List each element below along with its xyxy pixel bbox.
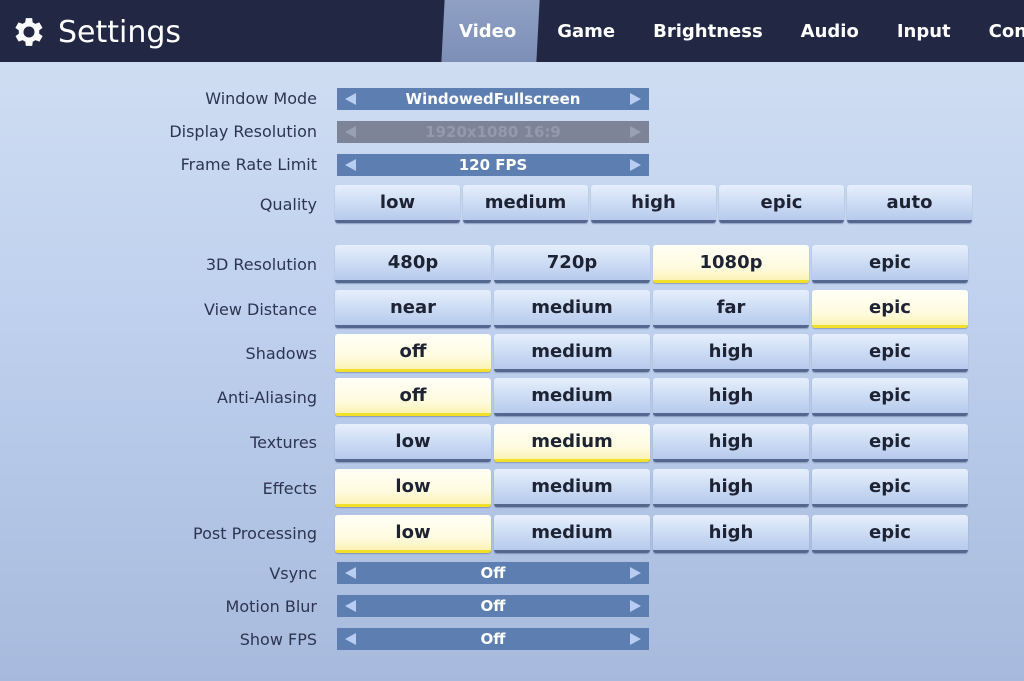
post-processing-label: Post Processing xyxy=(193,524,317,543)
option-button[interactable]: far xyxy=(653,290,809,328)
3d-resolution-options: 480p 720p 1080p epic xyxy=(335,245,968,283)
arrow-left-icon xyxy=(345,126,356,138)
option-button[interactable]: high xyxy=(653,424,809,462)
arrow-left-icon[interactable] xyxy=(345,600,356,612)
quality-option-auto[interactable]: auto xyxy=(847,185,972,223)
selector-value: Off xyxy=(480,630,506,648)
page-title: Settings xyxy=(58,14,182,50)
tab-game[interactable]: Game xyxy=(538,0,634,62)
option-button[interactable]: high xyxy=(653,515,809,553)
tab-label: Input xyxy=(896,20,951,42)
arrow-left-icon[interactable] xyxy=(345,633,356,645)
show-fps-label: Show FPS xyxy=(239,630,317,649)
vsync-label: Vsync xyxy=(269,564,317,583)
post-processing-options: low medium high epic xyxy=(335,515,968,553)
arrow-left-icon[interactable] xyxy=(345,159,356,171)
option-button[interactable]: high xyxy=(653,334,809,372)
display-resolution-label: Display Resolution xyxy=(169,122,317,141)
option-button[interactable]: epic xyxy=(812,469,968,507)
selector-value: WindowedFullscreen xyxy=(405,90,581,108)
gear-icon xyxy=(15,18,43,46)
shadows-label: Shadows xyxy=(245,344,317,363)
option-button-selected[interactable]: low xyxy=(335,515,491,553)
arrow-right-icon[interactable] xyxy=(630,159,641,171)
option-button-selected[interactable]: epic xyxy=(812,290,968,328)
tab-video[interactable]: Video xyxy=(441,0,540,62)
option-button[interactable]: 720p xyxy=(494,245,650,283)
anti-aliasing-options: off medium high epic xyxy=(335,378,968,416)
option-button[interactable]: medium xyxy=(494,515,650,553)
option-button-selected[interactable]: off xyxy=(335,334,491,372)
selector-value: Off xyxy=(480,564,506,582)
option-button[interactable]: high xyxy=(653,469,809,507)
quality-options: low medium high epic auto xyxy=(335,185,972,223)
option-button-selected[interactable]: 1080p xyxy=(653,245,809,283)
arrow-right-icon xyxy=(630,126,641,138)
option-button[interactable]: epic xyxy=(812,334,968,372)
tab-label: Audio xyxy=(800,20,859,42)
window-mode-label: Window Mode xyxy=(205,89,317,108)
option-button[interactable]: epic xyxy=(812,378,968,416)
option-button-selected[interactable]: medium xyxy=(494,424,650,462)
option-button[interactable]: epic xyxy=(812,245,968,283)
tab-bar: Video Game Brightness Audio Input Contr xyxy=(441,0,1024,62)
tab-controller[interactable]: Contr xyxy=(970,0,1024,62)
option-button-selected[interactable]: off xyxy=(335,378,491,416)
arrow-right-icon[interactable] xyxy=(630,567,641,579)
selector-value: 120 FPS xyxy=(458,156,528,174)
option-button[interactable]: medium xyxy=(494,469,650,507)
quality-option-low[interactable]: low xyxy=(335,185,460,223)
frame-rate-limit-label: Frame Rate Limit xyxy=(180,155,317,174)
3d-resolution-label: 3D Resolution xyxy=(205,255,317,274)
quality-label: Quality xyxy=(259,195,317,214)
tab-audio[interactable]: Audio xyxy=(782,0,878,62)
textures-options: low medium high epic xyxy=(335,424,968,462)
selector-value: Off xyxy=(480,597,506,615)
option-button[interactable]: high xyxy=(653,378,809,416)
option-button-selected[interactable]: low xyxy=(335,469,491,507)
quality-option-epic[interactable]: epic xyxy=(719,185,844,223)
arrow-left-icon[interactable] xyxy=(345,567,356,579)
top-bar: Settings Video Game Brightness Audio Inp… xyxy=(0,0,1024,62)
arrow-right-icon[interactable] xyxy=(630,600,641,612)
option-button[interactable]: medium xyxy=(494,334,650,372)
motion-blur-selector[interactable]: Off xyxy=(337,595,649,617)
motion-blur-label: Motion Blur xyxy=(225,597,317,616)
shadows-options: off medium high epic xyxy=(335,334,968,372)
quality-option-medium[interactable]: medium xyxy=(463,185,588,223)
option-button[interactable]: low xyxy=(335,424,491,462)
view-distance-options: near medium far epic xyxy=(335,290,968,328)
option-button[interactable]: near xyxy=(335,290,491,328)
window-mode-selector[interactable]: WindowedFullscreen xyxy=(337,88,649,110)
view-distance-label: View Distance xyxy=(203,300,317,319)
show-fps-selector[interactable]: Off xyxy=(337,628,649,650)
option-button[interactable]: epic xyxy=(812,424,968,462)
anti-aliasing-label: Anti-Aliasing xyxy=(217,388,317,407)
settings-title: Settings xyxy=(10,12,181,52)
effects-label: Effects xyxy=(262,479,317,498)
tab-label: Game xyxy=(557,20,616,42)
selector-value: 1920x1080 16:9 xyxy=(425,123,561,141)
tab-brightness[interactable]: Brightness xyxy=(634,0,782,62)
option-button[interactable]: 480p xyxy=(335,245,491,283)
tab-label: Brightness xyxy=(653,20,763,42)
arrow-right-icon[interactable] xyxy=(630,93,641,105)
tab-label: Video xyxy=(459,20,517,42)
vsync-selector[interactable]: Off xyxy=(337,562,649,584)
tab-input[interactable]: Input xyxy=(878,0,970,62)
frame-rate-limit-selector[interactable]: 120 FPS xyxy=(337,154,649,176)
textures-label: Textures xyxy=(250,433,317,452)
display-resolution-selector: 1920x1080 16:9 xyxy=(337,121,649,143)
quality-option-high[interactable]: high xyxy=(591,185,716,223)
option-button[interactable]: epic xyxy=(812,515,968,553)
arrow-left-icon[interactable] xyxy=(345,93,356,105)
tab-label: Contr xyxy=(988,20,1024,42)
effects-options: low medium high epic xyxy=(335,469,968,507)
arrow-right-icon[interactable] xyxy=(630,633,641,645)
option-button[interactable]: medium xyxy=(494,290,650,328)
option-button[interactable]: medium xyxy=(494,378,650,416)
